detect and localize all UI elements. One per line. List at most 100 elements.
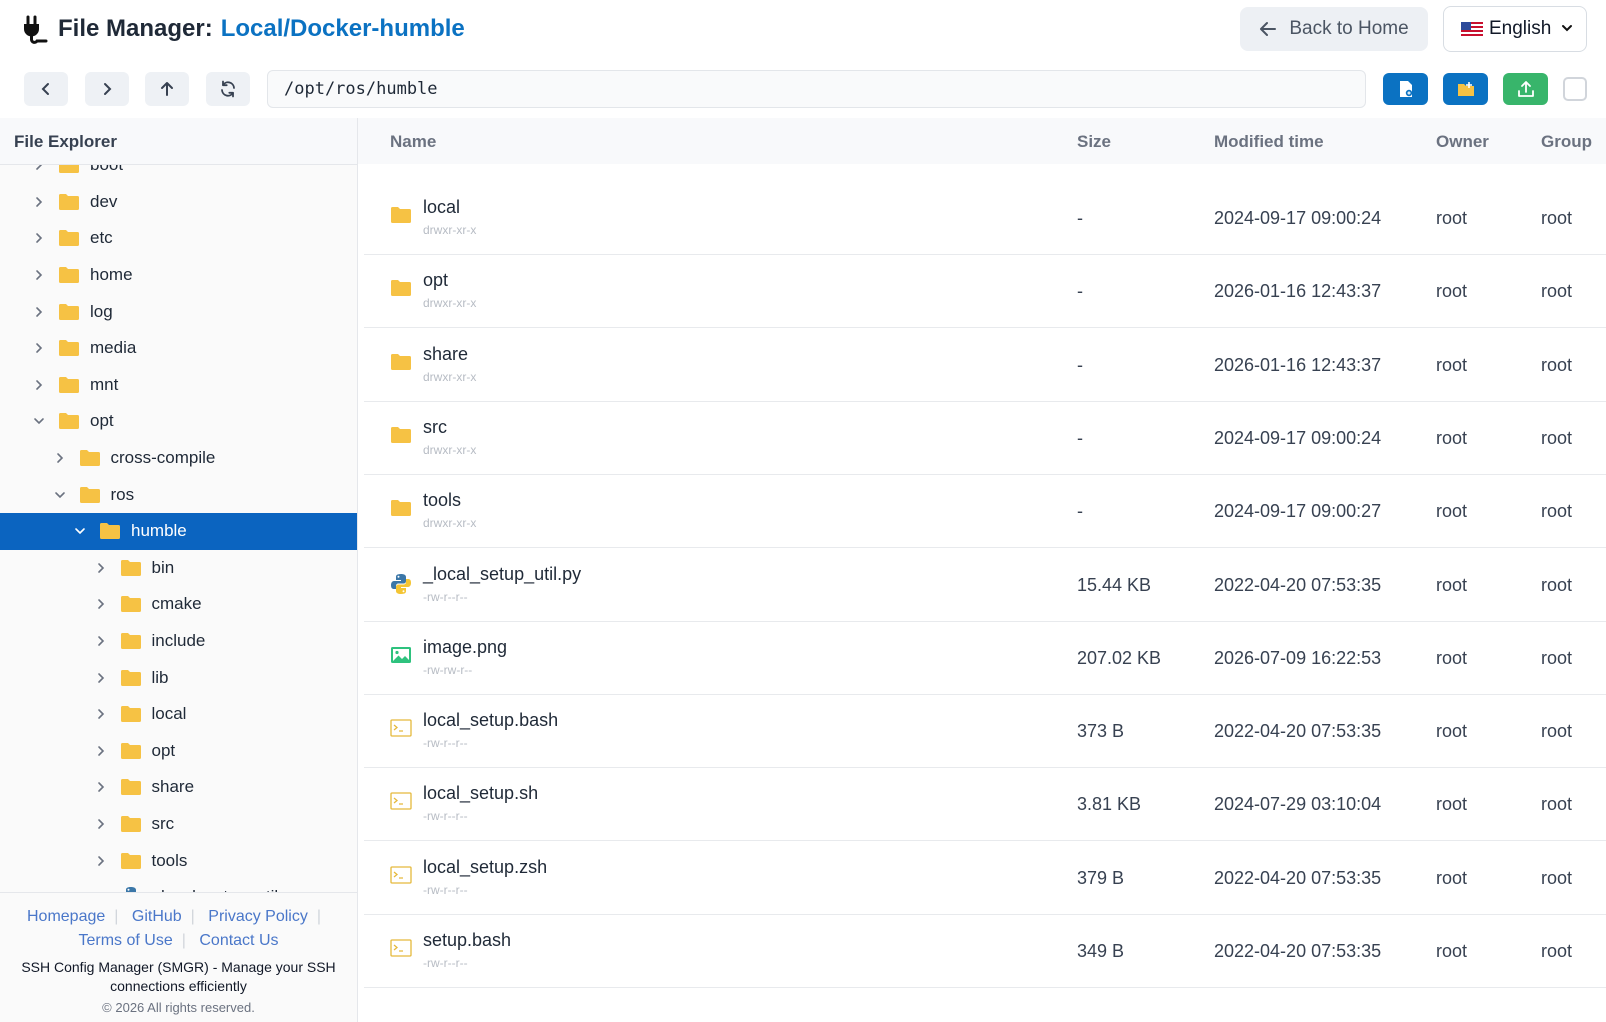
new-folder-button[interactable] — [1443, 73, 1488, 105]
table-row[interactable]: image.png -rw-rw-r-- 207.02 KB 2026-07-09 1… — [364, 620, 1606, 695]
tree-item-local[interactable]: local — [0, 696, 357, 733]
chevron-right-icon[interactable] — [94, 744, 108, 758]
new-file-button[interactable] — [1383, 73, 1428, 105]
tree-item-local-setup-util-py[interactable]: _local_setup_util.py — [0, 879, 357, 892]
table-row[interactable]: tools drwxr-xr-x - 2024-09-17 09:00:27 root r… — [364, 473, 1606, 549]
tree-item-label: cross-compile — [110, 448, 216, 468]
tree-item-mnt[interactable]: mnt — [0, 367, 357, 404]
chevron-right-icon[interactable] — [32, 341, 46, 355]
column-group[interactable]: Group — [1541, 132, 1592, 152]
file-name: opt — [423, 270, 449, 291]
file-size: 373 B — [1077, 721, 1125, 742]
file-group: root — [1541, 354, 1573, 375]
folder-icon — [390, 499, 412, 522]
tree-item-opt[interactable]: opt — [0, 403, 357, 440]
tree-item-media[interactable]: media — [0, 330, 357, 367]
file-owner: root — [1436, 941, 1468, 961]
tree-item-label: media — [90, 338, 137, 358]
select-all-checkbox[interactable] — [1563, 77, 1587, 101]
tree-item-label: ros — [110, 484, 135, 504]
file-size: - — [1077, 427, 1083, 448]
file-name: local_setup.bash — [423, 710, 559, 731]
back-button[interactable] — [24, 72, 68, 106]
tree-item-cross-compile[interactable]: cross-compile — [0, 440, 357, 477]
table-row[interactable]: share drwxr-xr-x - 2026-01-16 12:43:37 root r… — [364, 327, 1606, 402]
table-row[interactable]: _local_setup_util.py -rw-r--r-- 15.44 KB 20… — [364, 547, 1606, 622]
path-input[interactable] — [267, 70, 1366, 108]
tree-item-include[interactable]: include — [0, 623, 357, 660]
chevron-down-icon[interactable] — [53, 488, 67, 502]
tree-item-tools[interactable]: tools — [0, 842, 357, 879]
forward-button[interactable] — [85, 72, 129, 106]
chevron-right-icon[interactable] — [94, 707, 108, 721]
tree-item-bin[interactable]: bin — [0, 550, 357, 587]
table-row[interactable]: local_setup.sh -rw-r--r-- 3.81 KB 2024-07-2… — [364, 766, 1606, 842]
file-modified-time: 2022-04-20 07:53:35 — [1214, 867, 1382, 888]
chevron-right-icon[interactable] — [32, 268, 46, 282]
tree-item-dev[interactable]: dev — [0, 184, 357, 221]
chevron-right-icon[interactable] — [32, 305, 46, 319]
tree-item-label: include — [151, 631, 206, 651]
table-row[interactable]: src drwxr-xr-x - 2024-09-17 09:00:24 root roo… — [364, 400, 1606, 475]
privacy-policy-link[interactable]: Privacy Policy — [208, 908, 308, 925]
tree-item-log[interactable]: log — [0, 293, 357, 330]
column-modified-time[interactable]: Modified time — [1214, 132, 1324, 152]
homepage-link[interactable]: Homepage — [27, 908, 105, 925]
github-link[interactable]: GitHub — [132, 908, 182, 925]
tree-item-boot[interactable]: boot — [0, 165, 357, 184]
tree-item-ros[interactable]: ros — [0, 476, 357, 513]
file-group: root — [1541, 941, 1573, 961]
file-owner: root — [1436, 208, 1468, 228]
tree-item-home[interactable]: home — [0, 257, 357, 294]
tree-item-humble[interactable]: humble — [0, 512, 357, 550]
column-size[interactable]: Size — [1077, 132, 1111, 152]
chevron-right-icon[interactable] — [32, 195, 46, 209]
table-row[interactable]: opt drwxr-xr-x - 2026-01-16 12:43:37 root roo… — [364, 253, 1606, 329]
chevron-right-icon[interactable] — [94, 671, 108, 685]
column-name[interactable]: Name — [390, 132, 436, 152]
chevron-right-icon[interactable] — [94, 854, 108, 868]
file-permissions: drwxr-xr-x — [423, 296, 477, 311]
file-group: root — [1541, 721, 1573, 742]
tree-item-share[interactable]: share — [0, 769, 357, 806]
chevron-right-icon[interactable] — [32, 378, 46, 392]
tree-item-label: dev — [90, 191, 118, 211]
refresh-button[interactable] — [206, 72, 250, 106]
chevron-right-icon[interactable] — [94, 817, 108, 831]
tree-item-lib[interactable]: lib — [0, 659, 357, 696]
chevron-right-icon[interactable] — [32, 165, 46, 172]
table-row[interactable]: local_setup.bash -rw-r--r-- 373 B 2022-04-2… — [364, 693, 1606, 769]
upload-icon — [1517, 81, 1534, 97]
contact-us-link[interactable]: Contact Us — [199, 932, 278, 949]
chevron-down-icon[interactable] — [73, 524, 87, 538]
upload-button[interactable] — [1503, 73, 1548, 105]
language-select[interactable]: English — [1443, 6, 1587, 52]
chevron-right-icon[interactable] — [53, 451, 67, 465]
chevron-right-icon[interactable] — [94, 561, 108, 575]
back-to-home-button[interactable]: Back to Home — [1240, 7, 1428, 51]
folder-icon — [58, 303, 80, 321]
chevron-right-icon[interactable] — [94, 634, 108, 648]
chevron-right-icon[interactable] — [94, 780, 108, 794]
table-row[interactable]: local drwxr-xr-x - 2024-09-17 09:00:24 root r… — [364, 180, 1606, 255]
tree-item-cmake[interactable]: cmake — [0, 586, 357, 623]
tree-item-label: boot — [90, 165, 123, 175]
chevron-right-icon[interactable] — [94, 597, 108, 611]
up-directory-button[interactable] — [145, 72, 189, 106]
file-group: root — [1541, 867, 1573, 888]
table-row[interactable]: setup.bash -rw-r--r-- 349 B 2022-04-20 07:5… — [364, 913, 1606, 988]
folder-tree[interactable]: boot dev etc home log media mnt opt cross-compil… — [0, 165, 357, 892]
tree-item-opt[interactable]: opt — [0, 733, 357, 770]
terms-of-use-link[interactable]: Terms of Use — [79, 932, 173, 949]
column-owner[interactable]: Owner — [1436, 132, 1489, 152]
file-name: local_setup.sh — [423, 783, 539, 804]
folder-icon — [58, 193, 80, 211]
chevron-right-icon[interactable] — [32, 231, 46, 245]
folder-icon — [58, 266, 80, 284]
table-row[interactable]: local_setup.zsh -rw-r--r-- 379 B 2022-04-20… — [364, 840, 1606, 915]
tree-item-etc[interactable]: etc — [0, 220, 357, 257]
file-permissions: drwxr-xr-x — [423, 442, 477, 457]
chevron-down-icon[interactable] — [32, 414, 46, 428]
file-owner: root — [1436, 574, 1468, 595]
tree-item-src[interactable]: src — [0, 806, 357, 843]
